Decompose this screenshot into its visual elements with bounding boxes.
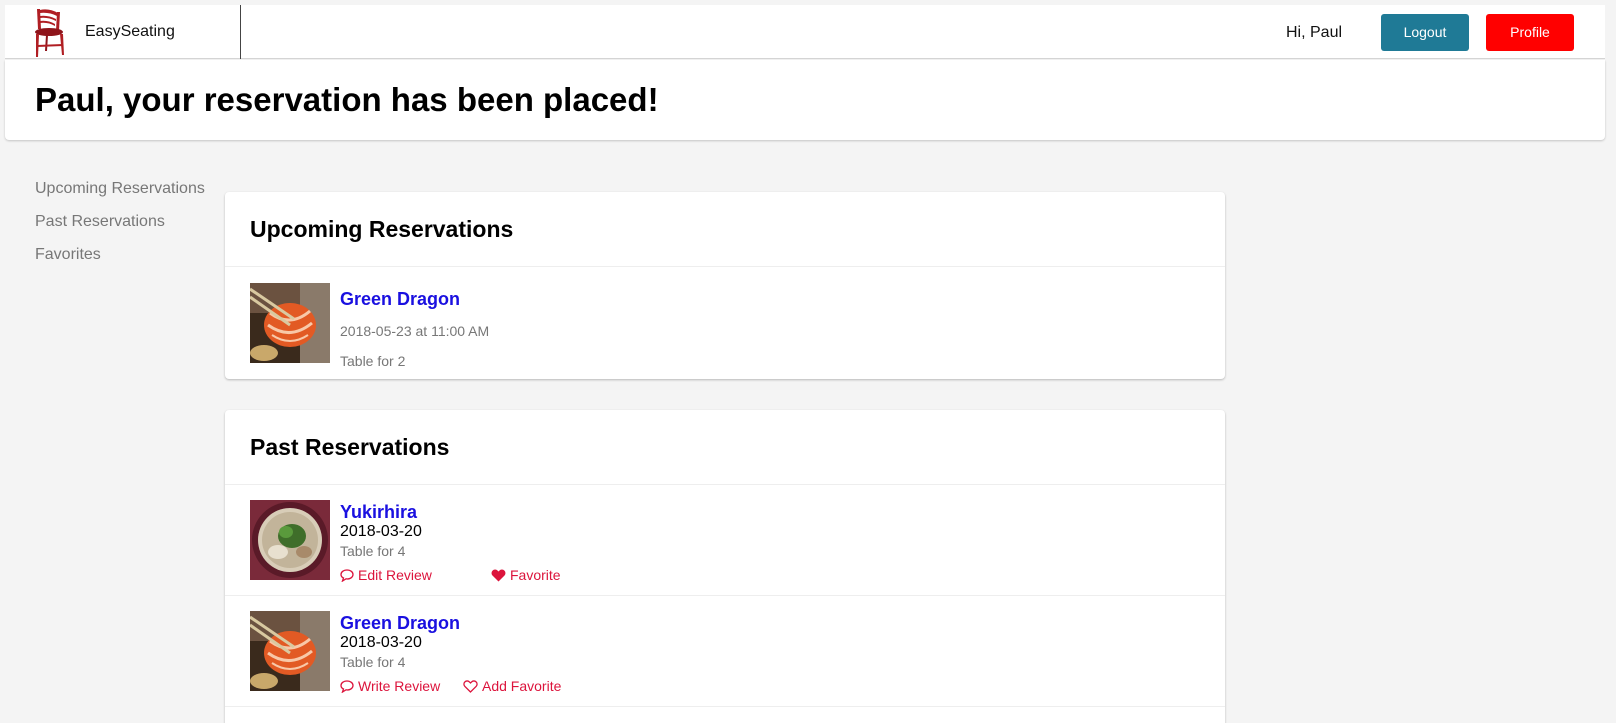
write-review-link[interactable]: Write Review bbox=[340, 678, 440, 694]
reservation-date: 2018-03-20 bbox=[340, 634, 422, 651]
top-navbar: EasySeating Hi, Paul Logout Profile bbox=[5, 5, 1605, 59]
card-header: Upcoming Reservations bbox=[225, 192, 1225, 267]
restaurant-link[interactable]: Green Dragon bbox=[340, 289, 460, 310]
sidebar-item-past-reservations[interactable]: Past Reservations bbox=[35, 213, 205, 246]
heart-outline-icon bbox=[463, 679, 478, 693]
upcoming-heading: Upcoming Reservations bbox=[250, 216, 514, 242]
restaurant-photo bbox=[250, 500, 330, 580]
past-reservations-card: Past Reservations Yukirhira 2018-03-20 T… bbox=[225, 410, 1225, 723]
salmon-sushi-image bbox=[250, 611, 330, 691]
restaurant-photo bbox=[250, 283, 330, 363]
restaurant-link[interactable]: Green Dragon bbox=[340, 613, 460, 634]
sidebar-nav: Upcoming Reservations Past Reservations … bbox=[35, 180, 205, 279]
favorite-toggle[interactable]: Favorite bbox=[491, 567, 561, 583]
comment-icon bbox=[340, 568, 354, 582]
chair-icon bbox=[35, 9, 64, 57]
add-favorite-link[interactable]: Add Favorite bbox=[463, 678, 561, 694]
salmon-sushi-image bbox=[250, 283, 330, 363]
reservation-date: 2018-03-20 bbox=[340, 523, 422, 540]
edit-review-link[interactable]: Edit Review bbox=[340, 567, 432, 583]
reservation-datetime: 2018-05-23 at 11:00 AM bbox=[340, 323, 490, 339]
card-header: Past Reservations bbox=[225, 410, 1225, 485]
reservation-row: Green Dragon 2018-03-20 Table for 4 Writ… bbox=[225, 596, 1225, 707]
comment-icon bbox=[340, 679, 354, 693]
restaurant-photo bbox=[250, 611, 330, 691]
brand-name: EasySeating bbox=[85, 23, 175, 40]
upcoming-reservations-card: Upcoming Reservations Green Dragon 2018-… bbox=[225, 192, 1225, 379]
reservation-row: Green Dragon 2018-05-23 at 11:00 AM Tabl… bbox=[225, 267, 1225, 378]
favorite-label: Add Favorite bbox=[482, 678, 562, 694]
profile-button[interactable]: Profile bbox=[1486, 14, 1574, 51]
favorite-label: Favorite bbox=[510, 567, 561, 583]
restaurant-link[interactable]: Yukirhira bbox=[340, 502, 417, 523]
review-label: Edit Review bbox=[358, 567, 432, 583]
logout-button[interactable]: Logout bbox=[1381, 14, 1469, 51]
heart-filled-icon bbox=[491, 569, 506, 581]
past-heading: Past Reservations bbox=[250, 434, 450, 460]
review-label: Write Review bbox=[358, 678, 441, 694]
reservation-row: Yukirhira 2018-03-20 Table for 4 Edit Re… bbox=[225, 485, 1225, 596]
brand[interactable]: EasySeating bbox=[5, 5, 241, 59]
sidebar-item-favorites[interactable]: Favorites bbox=[35, 246, 205, 279]
party-size: Table for 2 bbox=[340, 353, 406, 369]
page-title: Paul, your reservation has been placed! bbox=[35, 81, 659, 118]
sidebar-item-upcoming-reservations[interactable]: Upcoming Reservations bbox=[35, 180, 205, 213]
ramen-bowl-image bbox=[250, 500, 330, 580]
confirmation-banner: Paul, your reservation has been placed! bbox=[5, 60, 1605, 140]
party-size: Table for 4 bbox=[340, 654, 406, 670]
party-size: Table for 4 bbox=[340, 543, 406, 559]
user-greeting: Hi, Paul bbox=[1286, 24, 1343, 41]
